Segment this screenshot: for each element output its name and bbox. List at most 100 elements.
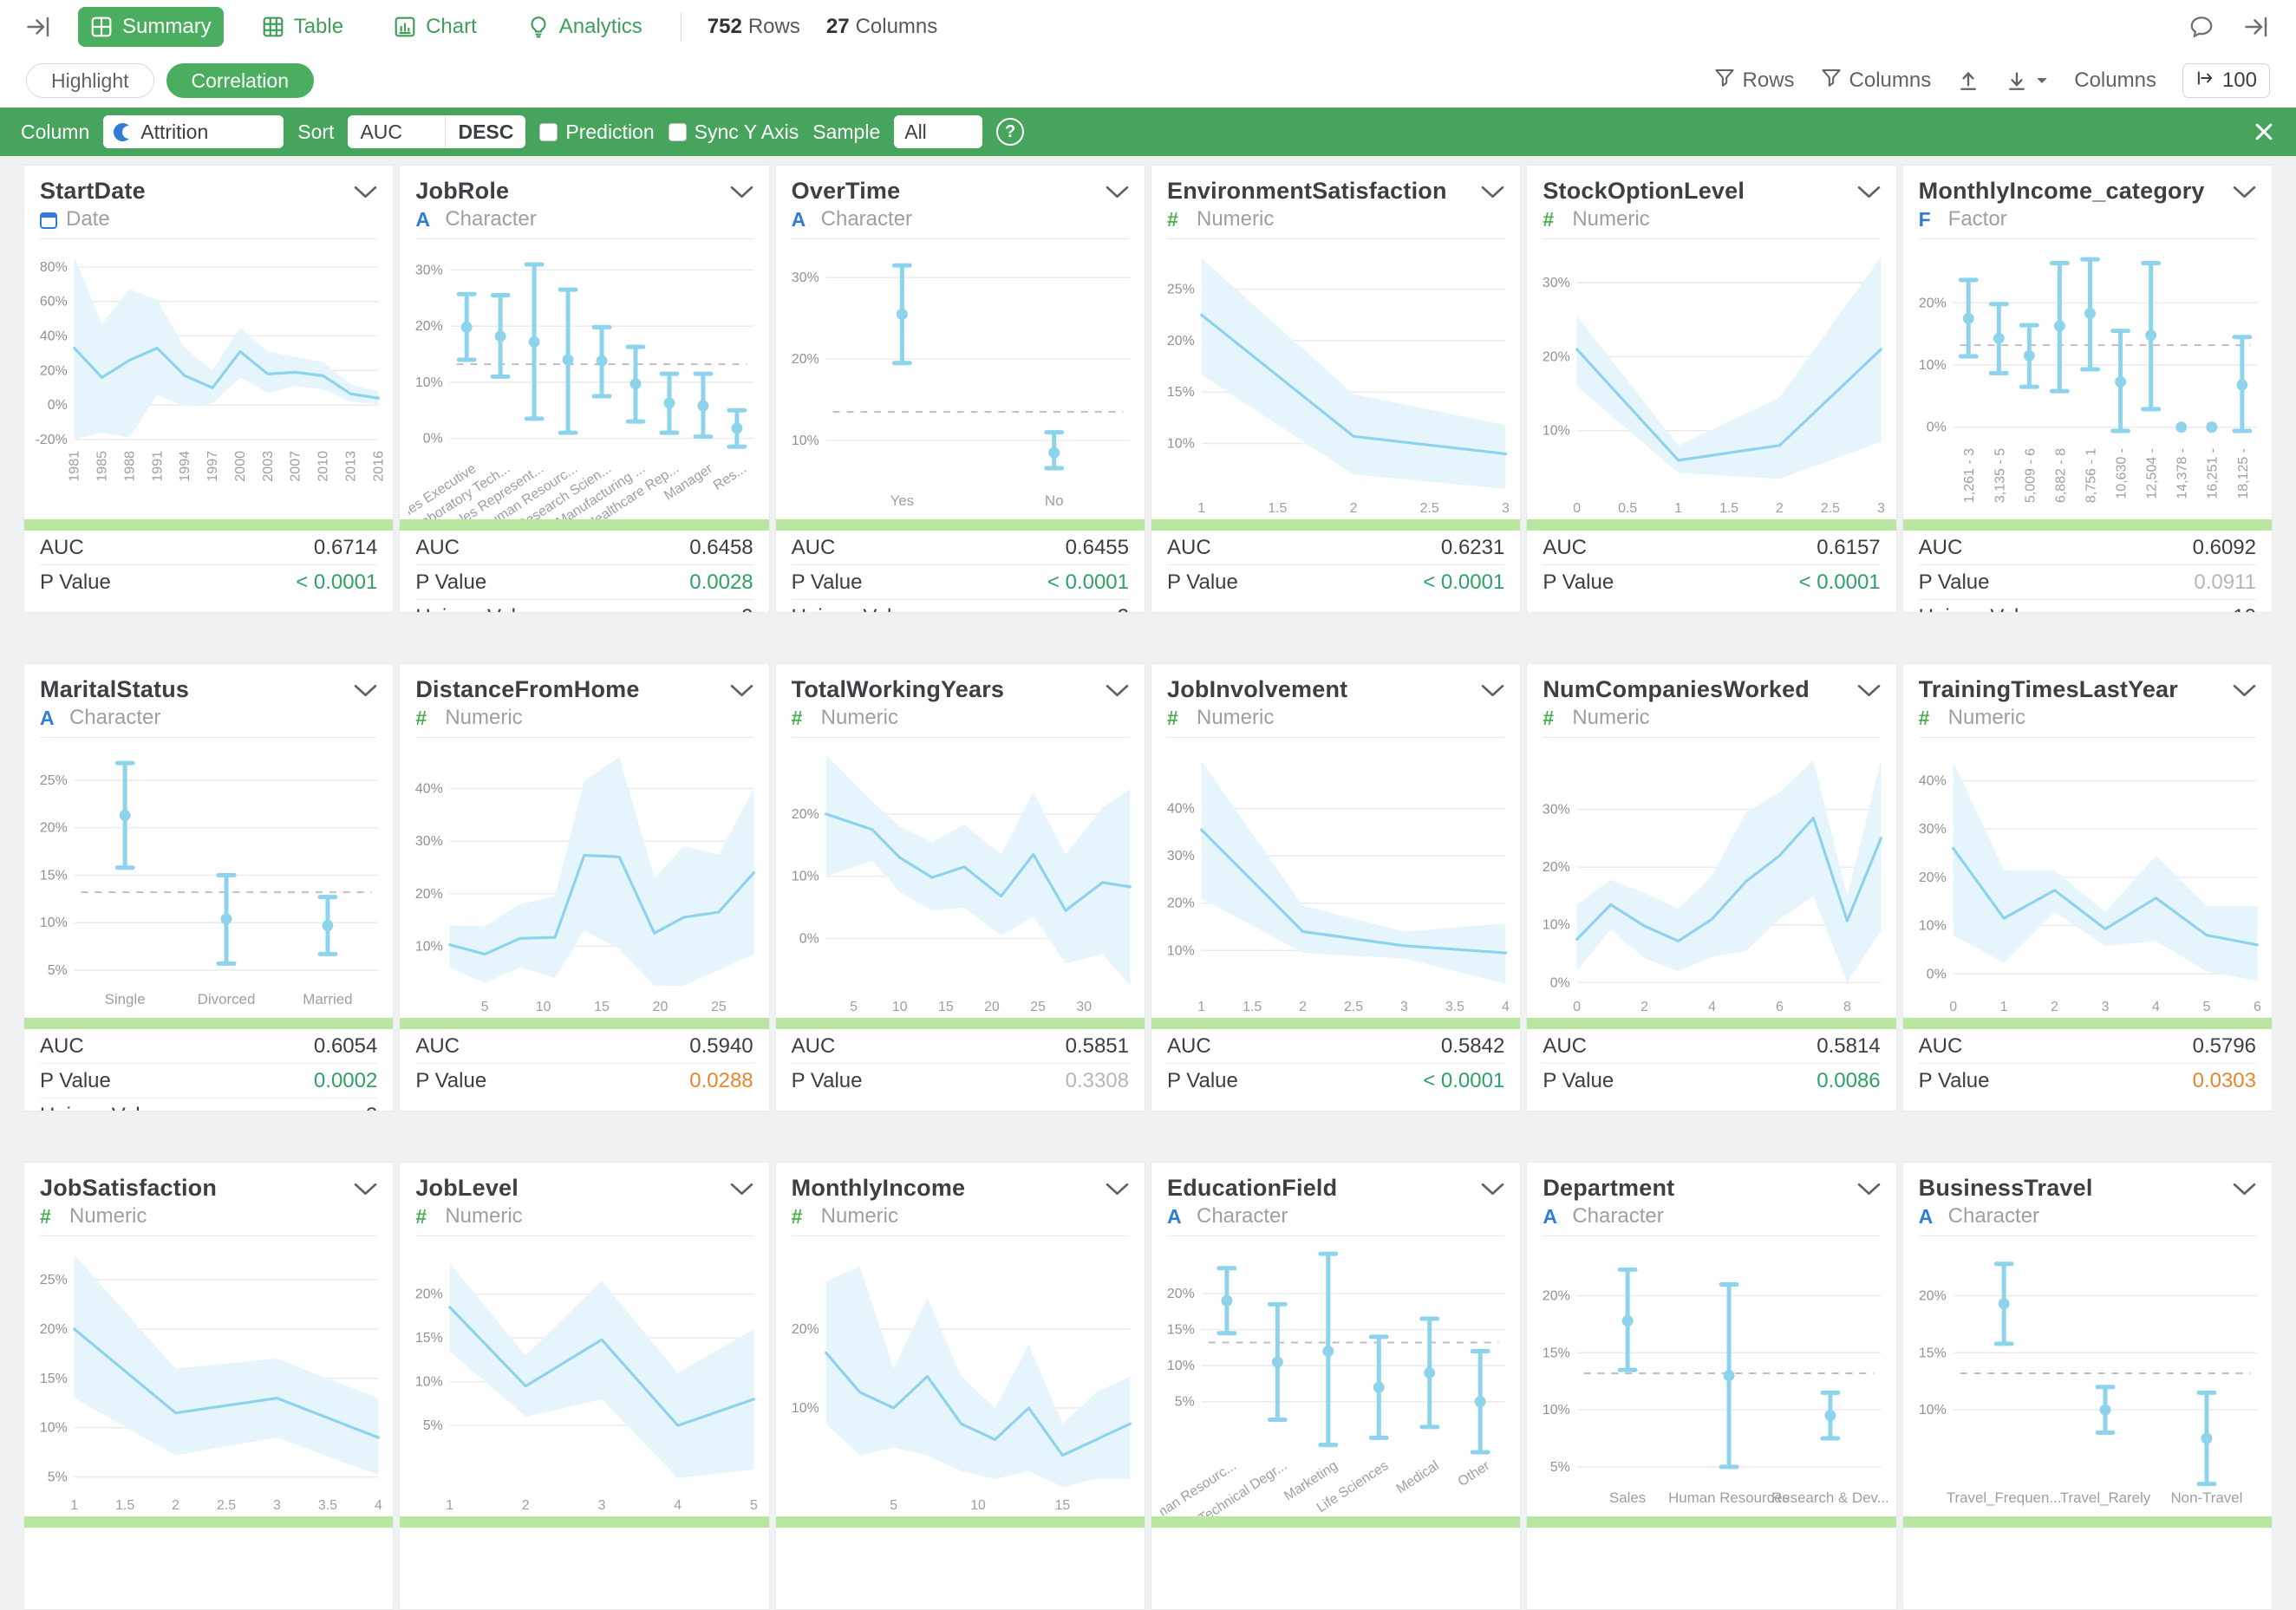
card-title: EnvironmentSatisfaction [1167, 178, 1447, 205]
comment-bubble-icon[interactable] [2188, 14, 2214, 40]
stat-row: P Value< 0.0001 [792, 565, 1129, 600]
tab-chart[interactable]: Chart [382, 7, 489, 47]
tab-table[interactable]: Table [250, 7, 355, 47]
sort-field[interactable]: AUC [348, 115, 445, 148]
numeric-type-icon: # [415, 707, 436, 729]
sample-select[interactable]: All [894, 115, 982, 148]
card-stats: AUC0.5842P Value< 0.0001 [1151, 1029, 1520, 1098]
card-chart: 10%15%20%Travel_Frequen...Travel_RarelyN… [1903, 1242, 2272, 1516]
download-icon[interactable] [2006, 69, 2048, 92]
card-chart: 0%10%20%30%40%0123456 [1903, 743, 2272, 1018]
auc-progress-bar [400, 519, 768, 531]
chevron-down-icon[interactable] [730, 185, 753, 199]
svg-text:15: 15 [938, 1000, 954, 1014]
chevron-down-icon[interactable] [2233, 185, 2256, 199]
chevron-down-icon[interactable] [1857, 1182, 1881, 1196]
card-title: OverTime [792, 178, 901, 205]
numeric-type-icon: # [792, 707, 812, 729]
sort-select[interactable]: AUC DESC [348, 115, 525, 148]
tab-analytics[interactable]: Analytics [515, 7, 655, 47]
sync-y-axis-checkbox[interactable] [669, 123, 687, 141]
sort-direction[interactable]: DESC [445, 115, 525, 148]
svg-text:2.5: 2.5 [1420, 501, 1439, 516]
card-chart: 5%10%15%20%12345 [400, 1242, 768, 1516]
chevron-down-icon[interactable] [730, 1182, 753, 1196]
stat-row: P Value0.0911 [1919, 565, 2256, 600]
rows-filter-button[interactable]: Rows [1714, 68, 1795, 95]
svg-text:3: 3 [1877, 501, 1885, 516]
chevron-down-icon[interactable] [1106, 683, 1129, 698]
svg-text:25%: 25% [1167, 283, 1195, 297]
svg-text:Yes: Yes [890, 492, 914, 509]
correlation-button[interactable]: Correlation [166, 63, 315, 98]
column-card: MonthlyIncome # Numeric 10%20%51015 [775, 1162, 1145, 1610]
character-type-icon: A [415, 208, 436, 231]
columns-limit-box[interactable]: 100 [2182, 63, 2270, 98]
auc-progress-bar [1527, 519, 1895, 531]
column-card: StartDate Date -20%0%20%40%60%80%1981198… [23, 165, 394, 613]
svg-text:Single: Single [105, 991, 146, 1007]
column-card: NumCompaniesWorked # Numeric 0%10%20%30%… [1526, 663, 1896, 1111]
tab-summary[interactable]: Summary [78, 7, 224, 47]
card-stats: AUC0.6714P Value< 0.0001 [24, 531, 393, 600]
svg-text:Res...: Res... [711, 461, 749, 493]
svg-text:2: 2 [1350, 501, 1358, 516]
card-stats: AUC0.6054P Value0.0002Unique Values3 [24, 1029, 393, 1111]
analytics-bulb-icon [527, 16, 550, 38]
stat-label: Unique Values [1919, 605, 2052, 613]
card-stats: AUC0.5940P Value0.0288 [400, 1029, 768, 1098]
chevron-down-icon[interactable] [2233, 683, 2256, 698]
stat-label: AUC [1167, 1034, 1211, 1059]
stat-value: 0.5851 [1066, 1034, 1129, 1059]
chevron-down-icon[interactable] [2233, 1182, 2256, 1196]
stat-value: 0.5842 [1441, 1034, 1504, 1059]
sort-label: Sort [297, 121, 334, 144]
svg-text:18,125 -: 18,125 - [2236, 448, 2251, 499]
chevron-down-icon[interactable] [354, 185, 377, 199]
stat-label: AUC [1543, 1034, 1587, 1059]
svg-text:40%: 40% [415, 781, 443, 796]
svg-text:2: 2 [2051, 1000, 2058, 1014]
svg-text:2003: 2003 [261, 451, 276, 482]
chevron-down-icon[interactable] [1106, 1182, 1129, 1196]
tab-label: Chart [426, 15, 477, 39]
chevron-down-icon[interactable] [1857, 683, 1881, 698]
card-type-label: Numeric [1197, 207, 1274, 231]
chevron-down-icon[interactable] [1106, 185, 1129, 199]
cards-grid: StartDate Date -20%0%20%40%60%80%1981198… [23, 165, 2273, 1610]
upload-icon[interactable] [1957, 69, 1980, 92]
chevron-down-icon[interactable] [354, 1182, 377, 1196]
close-icon[interactable] [2253, 121, 2275, 143]
svg-text:60%: 60% [40, 295, 68, 310]
chevron-down-icon[interactable] [1481, 683, 1504, 698]
stat-value: 0.6157 [1817, 536, 1880, 560]
card-title: DistanceFromHome [415, 676, 639, 703]
collapse-panel-icon[interactable] [26, 14, 52, 40]
stat-value: 3 [366, 1104, 377, 1111]
stat-row: Unique Values3 [40, 1098, 377, 1111]
svg-text:6: 6 [1776, 1000, 1784, 1014]
svg-text:2000: 2000 [233, 451, 248, 482]
stat-label: P Value [415, 1069, 486, 1093]
chevron-down-icon[interactable] [1481, 185, 1504, 199]
card-title: TrainingTimesLastYear [1919, 676, 2178, 703]
stat-value: 0.5814 [1817, 1034, 1880, 1059]
chevron-down-icon[interactable] [1857, 185, 1881, 199]
chevron-down-icon[interactable] [1481, 1182, 1504, 1196]
columns-filter-button[interactable]: Columns [1821, 68, 1932, 95]
svg-text:8: 8 [1843, 1000, 1851, 1014]
stat-value: 0.0911 [2194, 570, 2256, 595]
target-column-select[interactable]: Attrition [103, 115, 284, 148]
svg-text:Divorced: Divorced [198, 991, 256, 1007]
collapse-right-icon[interactable] [2244, 14, 2270, 40]
rows-count: 752Rows [708, 15, 800, 39]
chevron-down-icon[interactable] [730, 683, 753, 698]
svg-text:20%: 20% [1167, 1287, 1195, 1301]
prediction-checkbox[interactable] [539, 123, 558, 141]
chevron-down-icon[interactable] [354, 683, 377, 698]
help-icon[interactable]: ? [996, 118, 1024, 146]
svg-text:30: 30 [1076, 1000, 1092, 1014]
svg-text:6,882 - 8: 6,882 - 8 [2053, 448, 2068, 503]
highlight-button[interactable]: Highlight [26, 63, 154, 98]
card-type-label: Character [1948, 1204, 2039, 1229]
